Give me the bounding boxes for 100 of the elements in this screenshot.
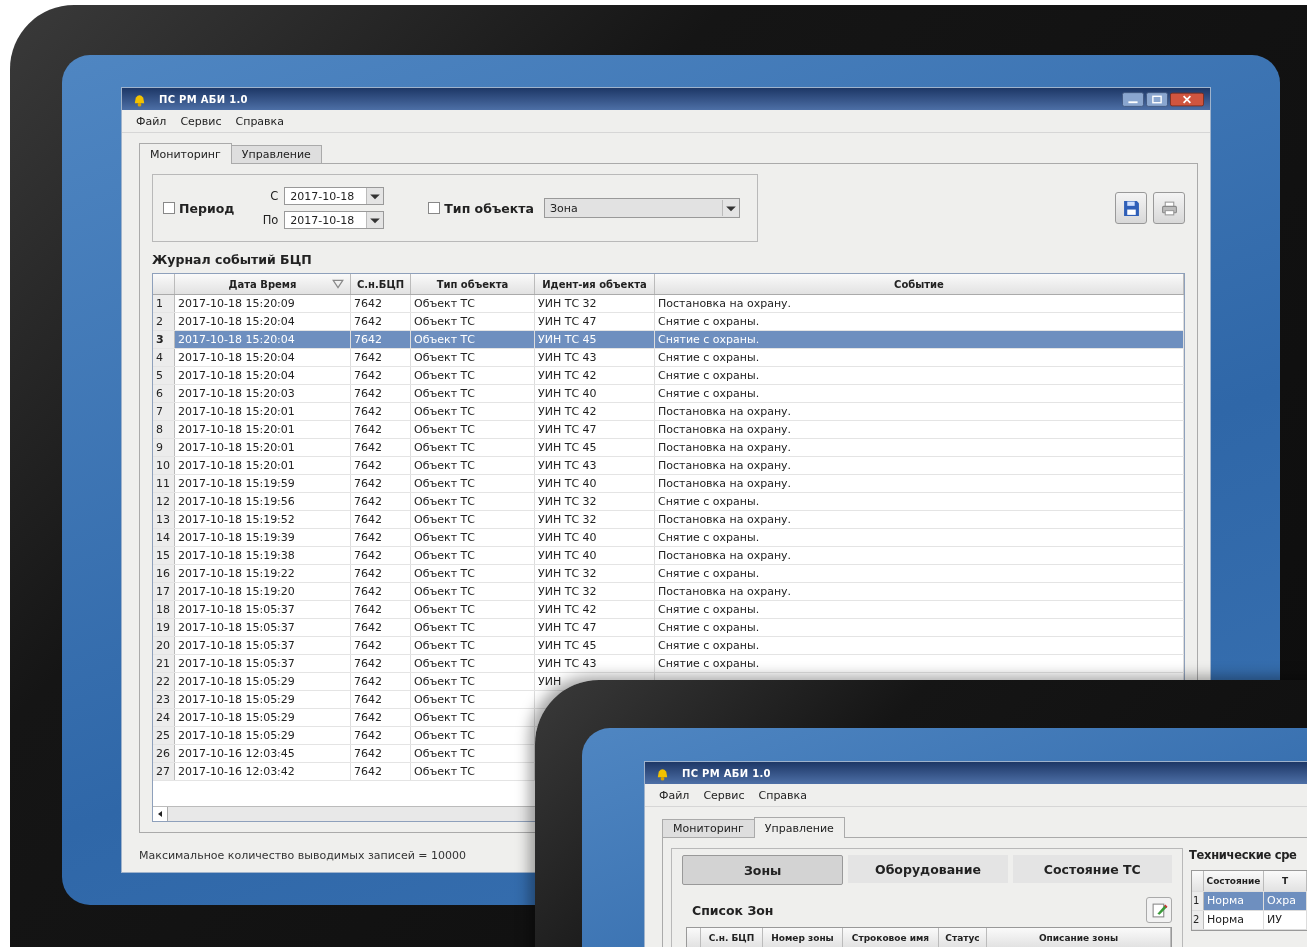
section-button[interactable]: Состояние ТС (1012, 855, 1172, 883)
row-number[interactable]: 7 (153, 403, 175, 420)
row-number[interactable]: 26 (153, 745, 175, 762)
column-header[interactable]: Событие (655, 274, 1184, 294)
table-cell: Объект ТС (414, 747, 475, 760)
table-cell: УИН ТС 43 (538, 657, 597, 670)
column-header[interactable]: С.н. БЦП (701, 928, 763, 947)
table-cell: 2017-10-18 15:19:20 (178, 585, 295, 598)
table-cell: 2017-10-16 12:03:42 (178, 765, 295, 778)
table-cell: 7642 (354, 585, 382, 598)
table-cell: Постановка на охрану. (658, 459, 792, 472)
menu-item[interactable]: Сервис (180, 114, 222, 128)
scroll-left-icon[interactable] (153, 807, 168, 821)
menu-item[interactable]: Файл (659, 788, 690, 802)
row-number[interactable]: 5 (153, 367, 175, 384)
row-number[interactable]: 22 (153, 673, 175, 690)
tab[interactable]: Управление (753, 817, 845, 838)
maximize-icon[interactable] (1146, 91, 1168, 107)
table-cell: Постановка на охрану. (658, 585, 792, 598)
table-cell: 7642 (354, 657, 382, 670)
table-cell: 2017-10-18 15:19:52 (178, 513, 295, 526)
menu-item[interactable]: Справка (758, 788, 807, 802)
table-cell: 7642 (354, 747, 382, 760)
row-number[interactable]: 6 (153, 385, 175, 402)
row-number[interactable]: 17 (153, 583, 175, 600)
tab[interactable]: Мониторинг (139, 143, 232, 164)
table-cell: 7642 (354, 639, 382, 652)
table-cell: 7642 (354, 621, 382, 634)
column-header[interactable]: Номер зоны (763, 928, 843, 947)
row-number[interactable]: 21 (153, 655, 175, 672)
table-cell: Объект ТС (414, 567, 475, 580)
table-cell: УИН ТС 43 (538, 351, 597, 364)
tab[interactable]: Управление (230, 145, 322, 163)
row-number[interactable]: 14 (153, 529, 175, 546)
table-cell: Объект ТС (414, 657, 475, 670)
sort-indicator-icon (332, 278, 344, 290)
table-cell: 7642 (354, 297, 382, 310)
edit-button[interactable] (1146, 897, 1172, 923)
tab[interactable]: Мониторинг (662, 819, 755, 837)
row-number[interactable]: 13 (153, 511, 175, 528)
row-number[interactable]: 11 (153, 475, 175, 492)
column-header[interactable]: Идент-ия объекта (535, 274, 655, 294)
table-row[interactable]: 1 Норма Охра (1192, 892, 1307, 911)
table-cell: Объект ТС (414, 297, 475, 310)
table-cell: 2017-10-18 15:20:03 (178, 387, 295, 400)
section-button[interactable]: Оборудование (848, 855, 1008, 883)
row-number[interactable]: 12 (153, 493, 175, 510)
table-cell: 2017-10-18 15:19:22 (178, 567, 295, 580)
date-field[interactable]: 2017-10-18 (284, 211, 385, 229)
section-title: Журнал событий БЦП (152, 252, 313, 267)
object-type-dropdown[interactable]: Зона (543, 198, 740, 218)
table-row[interactable]: 2 Норма ИУ (1192, 911, 1307, 930)
column-header[interactable]: Состояние (1204, 871, 1264, 891)
row-number[interactable]: 18 (153, 601, 175, 618)
table-cell: 7642 (354, 549, 382, 562)
menu-item[interactable]: Файл (136, 114, 167, 128)
row-number[interactable]: 23 (153, 691, 175, 708)
column-header[interactable]: Тип объекта (411, 274, 535, 294)
row-number[interactable]: 2 (153, 313, 175, 330)
table-cell: 2017-10-18 15:20:01 (178, 423, 295, 436)
column-header[interactable]: Описание зоны (987, 928, 1171, 947)
row-number[interactable]: 16 (153, 565, 175, 582)
row-number[interactable]: 24 (153, 709, 175, 726)
date-field[interactable]: 2017-10-18 (284, 187, 385, 205)
column-header[interactable]: Статус (939, 928, 987, 947)
column-header[interactable]: Строковое имя (843, 928, 939, 947)
menu-item[interactable]: Сервис (703, 788, 745, 802)
table-cell: Объект ТС (414, 333, 475, 346)
row-number[interactable]: 3 (153, 331, 175, 348)
close-icon[interactable] (1170, 91, 1204, 107)
minimize-icon[interactable] (1122, 91, 1144, 107)
table-cell: Снятие с охраны. (658, 333, 760, 346)
row-number[interactable]: 4 (153, 349, 175, 366)
table-cell: 7642 (354, 513, 382, 526)
menu-item[interactable]: Справка (235, 114, 284, 128)
column-header[interactable]: С.н.БЦП (351, 274, 411, 294)
table-cell: 2017-10-18 15:05:37 (178, 603, 295, 616)
save-button[interactable] (1115, 192, 1147, 224)
column-header[interactable]: Дата Время (175, 274, 351, 294)
row-number[interactable]: 8 (153, 421, 175, 438)
table-cell: Объект ТС (414, 711, 475, 724)
row-number[interactable]: 9 (153, 439, 175, 456)
table-cell: 2017-10-18 15:05:37 (178, 639, 295, 652)
row-number[interactable]: 20 (153, 637, 175, 654)
window-title: ПС РМ АБИ 1.0 (682, 767, 771, 779)
row-number[interactable]: 25 (153, 727, 175, 744)
row-number[interactable]: 19 (153, 619, 175, 636)
section-button[interactable]: Зоны (682, 855, 844, 885)
row-number[interactable]: 15 (153, 547, 175, 564)
column-header[interactable]: Т (1264, 871, 1307, 891)
row-number[interactable]: 27 (153, 763, 175, 780)
checkbox[interactable] (428, 202, 441, 214)
table-cell: УИН ТС 32 (538, 495, 597, 508)
field-label: По (262, 213, 279, 227)
checkbox[interactable] (163, 202, 175, 214)
checkbox-label: Период (179, 200, 235, 216)
print-button[interactable] (1153, 192, 1185, 224)
row-number[interactable]: 10 (153, 457, 175, 474)
row-number[interactable]: 1 (153, 295, 175, 312)
table-cell: УИН ТС 32 (538, 567, 597, 580)
